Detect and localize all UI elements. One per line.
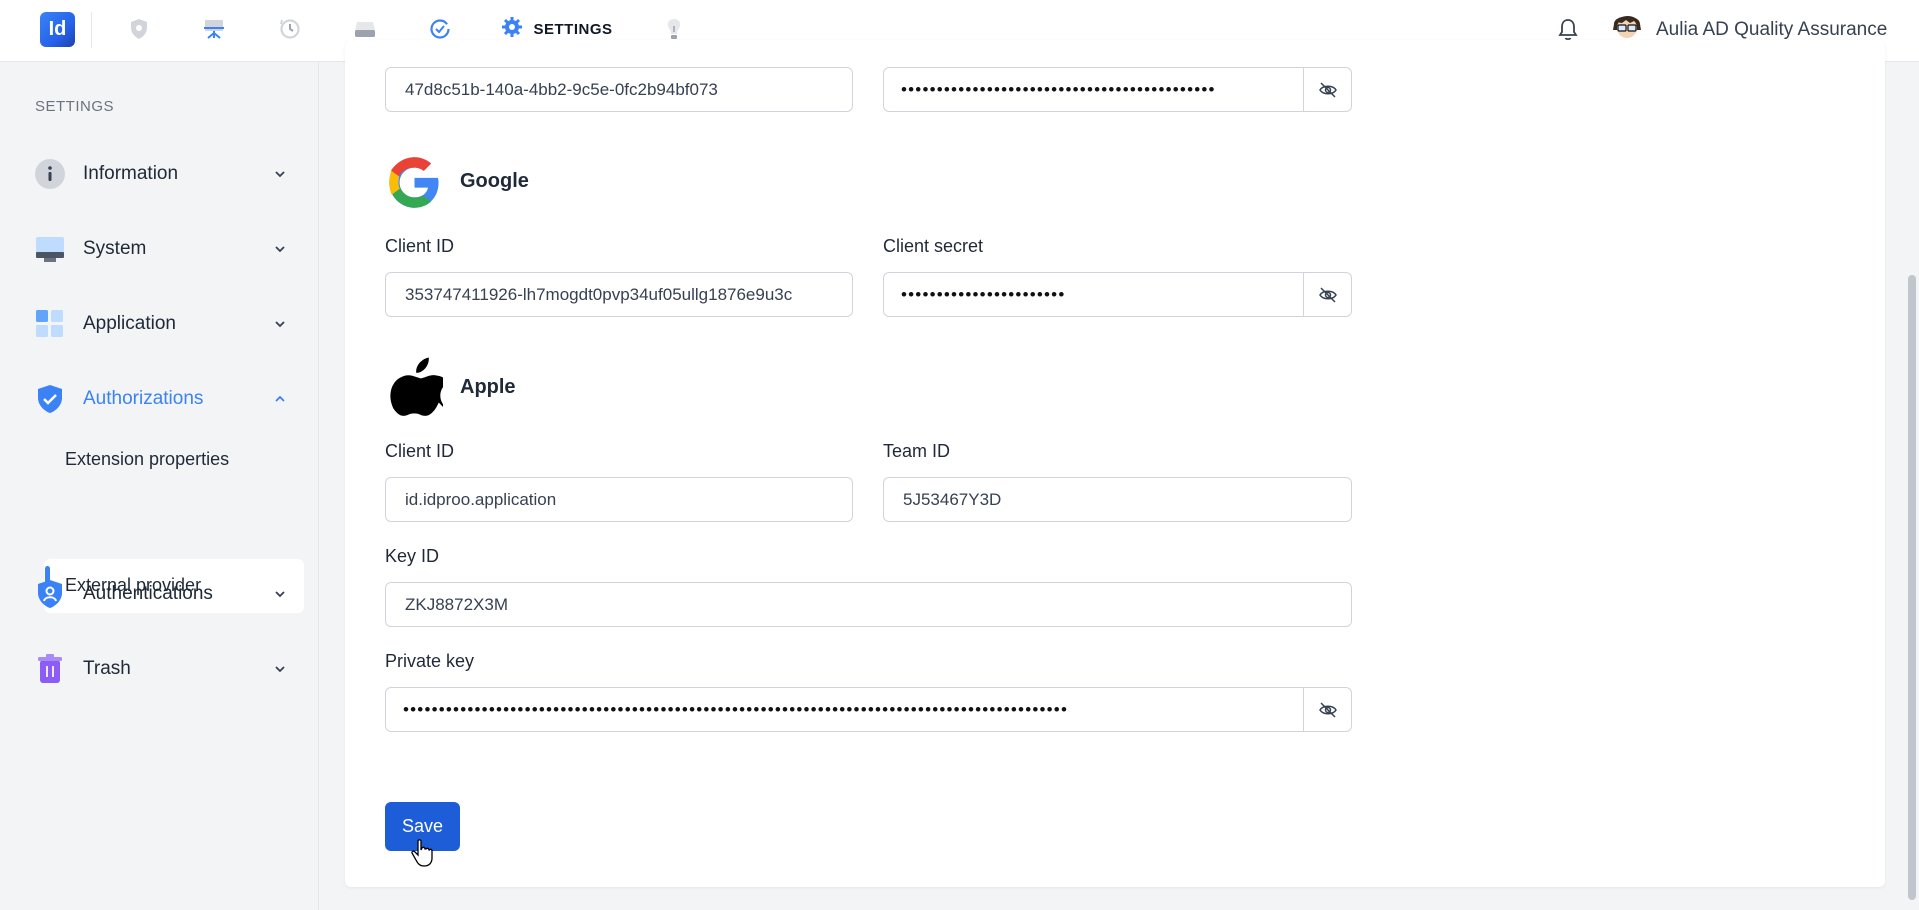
apple-team-id-label: Team ID — [883, 441, 951, 461]
apple-key-id-field[interactable]: ZKJ8872X3M — [385, 582, 1352, 627]
sidebar-item-trash[interactable]: Trash — [35, 649, 290, 689]
chevron-down-icon — [270, 659, 290, 679]
apple-client-id-value: id.idproo.application — [405, 489, 557, 509]
client-id-field[interactable]: 47d8c51b-140a-4bb2-9c5e-0fc2b94bf073 — [385, 67, 853, 112]
apple-client-id-label: Client ID — [385, 441, 455, 461]
google-client-secret-label: Client secret — [883, 236, 984, 256]
logo-text: Id — [48, 18, 67, 40]
gear-icon — [501, 16, 523, 43]
apple-private-key-field[interactable]: ••••••••••••••••••••••••••••••••••••••••… — [385, 687, 1352, 732]
sidebar: SETTINGS Information System Application … — [0, 62, 319, 910]
google-logo — [387, 155, 442, 215]
monitor-icon — [35, 234, 65, 264]
sidebar-item-information[interactable]: Information — [35, 154, 290, 194]
trash-icon — [35, 654, 65, 684]
divider — [91, 12, 92, 48]
eye-off-icon[interactable] — [1303, 688, 1351, 731]
apple-private-key-dots: ••••••••••••••••••••••••••••••••••••••••… — [403, 699, 1069, 719]
google-client-secret-field[interactable]: ••••••••••••••••••••••• — [883, 272, 1352, 317]
google-client-secret-dots: ••••••••••••••••••••••• — [901, 284, 1066, 304]
sidebar-item-label: System — [83, 238, 147, 259]
sidebar-subitem-extension-properties[interactable]: Extension properties — [65, 449, 229, 470]
user-name[interactable]: Aulia AD Quality Assurance — [1656, 19, 1887, 41]
scrollbar-thumb[interactable] — [1908, 275, 1916, 900]
eye-off-icon[interactable] — [1303, 273, 1351, 316]
google-client-id-label: Client ID — [385, 236, 455, 256]
client-secret-field[interactable]: ••••••••••••••••••••••••••••••••••••••••… — [883, 67, 1352, 112]
shield-user-icon — [35, 579, 65, 609]
sidebar-item-label: Authentications — [83, 583, 213, 604]
sidebar-item-label: Information — [83, 163, 179, 184]
sidebar-item-label: Application — [83, 313, 176, 334]
settings-card — [345, 40, 1885, 887]
google-title: Google — [460, 170, 529, 192]
sidebar-item-authorizations[interactable]: Authorizations — [35, 379, 290, 419]
client-secret-dots: ••••••••••••••••••••••••••••••••••••••••… — [901, 79, 1216, 99]
sidebar-item-label: Authorizations — [83, 388, 204, 409]
sidebar-item-system[interactable]: System — [35, 229, 290, 269]
apple-title: Apple — [460, 376, 516, 398]
info-icon — [35, 159, 65, 189]
google-client-id-field[interactable]: 353747411926-lh7mogdt0pvp34uf05ullg1876e… — [385, 272, 853, 317]
sidebar-title: SETTINGS — [35, 98, 115, 115]
grid-icon — [35, 309, 65, 339]
chevron-down-icon — [270, 239, 290, 259]
chevron-up-icon — [270, 389, 290, 409]
eye-off-icon[interactable] — [1303, 68, 1351, 111]
apple-private-key-label: Private key — [385, 651, 475, 671]
drive-icon[interactable] — [352, 16, 378, 42]
check-circle-icon[interactable] — [427, 16, 453, 42]
sidebar-item-label: Trash — [83, 658, 131, 679]
apple-client-id-field[interactable]: id.idproo.application — [385, 477, 853, 522]
app-logo[interactable]: Id — [40, 12, 75, 47]
presentation-icon[interactable] — [201, 16, 227, 42]
history-icon[interactable] — [277, 16, 303, 42]
apple-key-id-label: Key ID — [385, 546, 440, 566]
shield-check-icon — [35, 384, 65, 414]
apple-team-id-field[interactable]: 5J53467Y3D — [883, 477, 1352, 522]
apple-team-id-value: 5J53467Y3D — [903, 489, 1002, 509]
sidebar-item-authentications[interactable]: Authentications — [35, 574, 290, 614]
apple-logo — [388, 356, 450, 423]
chevron-down-icon — [270, 314, 290, 334]
chevron-down-icon — [270, 584, 290, 604]
sidebar-item-application[interactable]: Application — [35, 304, 290, 344]
shield-icon[interactable] — [126, 16, 152, 42]
chevron-down-icon — [270, 164, 290, 184]
bulb-icon[interactable] — [661, 16, 687, 42]
client-id-value: 47d8c51b-140a-4bb2-9c5e-0fc2b94bf073 — [405, 79, 718, 99]
google-client-id-value: 353747411926-lh7mogdt0pvp34uf05ullg1876e… — [405, 284, 793, 304]
hand-cursor-icon — [411, 839, 433, 872]
apple-key-id-value: ZKJ8872X3M — [405, 594, 508, 614]
tab-settings-label: SETTINGS — [533, 21, 613, 38]
